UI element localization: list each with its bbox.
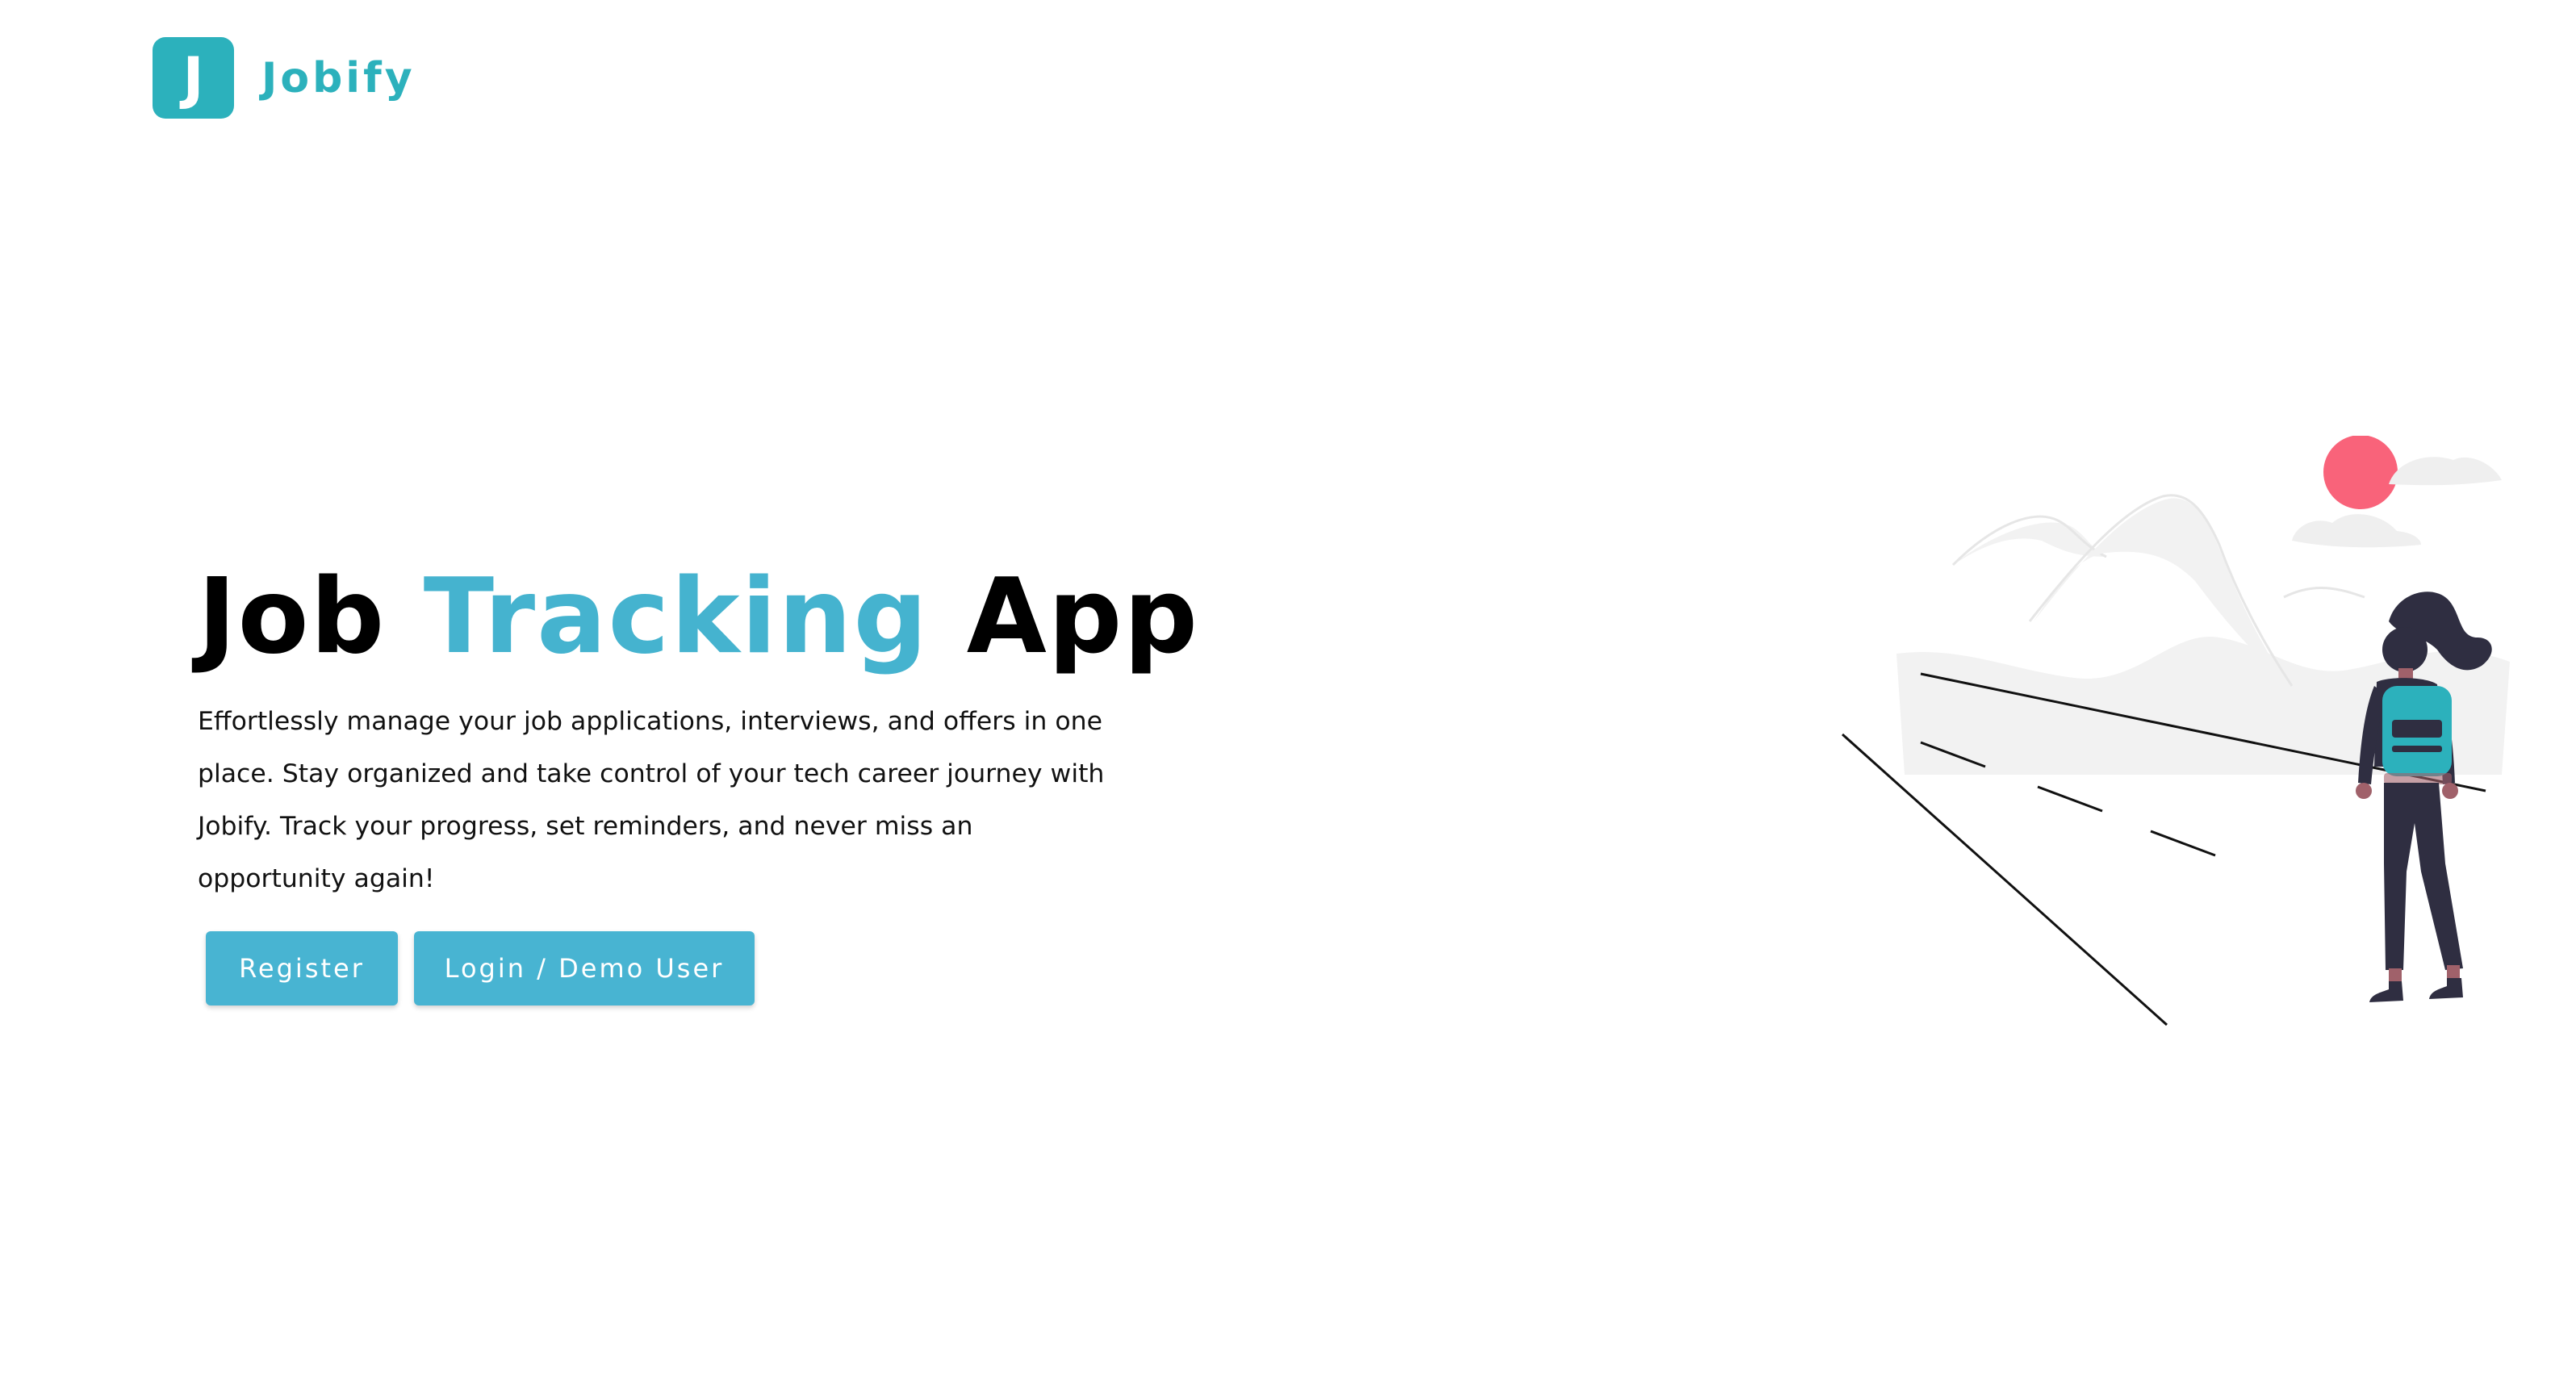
hiker-mountains-illustration bbox=[1841, 436, 2510, 1026]
hero-section: Job Tracking App Effortlessly manage you… bbox=[198, 557, 1198, 1005]
login-demo-button[interactable]: Login / Demo User bbox=[414, 930, 755, 1005]
title-part-1: Job bbox=[198, 557, 424, 677]
landing-page: J Jobify Job Tracking App Effortlessly m… bbox=[0, 0, 2576, 1388]
cloud-icon-2 bbox=[2292, 514, 2421, 548]
cloud-icon bbox=[2389, 457, 2502, 486]
register-button[interactable]: Register bbox=[206, 930, 398, 1005]
logo-badge: J bbox=[153, 37, 234, 119]
logo-letter: J bbox=[182, 44, 204, 111]
hero-description: Effortlessly manage your job application… bbox=[198, 707, 1105, 893]
hiker-figure bbox=[2356, 592, 2492, 1002]
logo[interactable]: J Jobify bbox=[153, 37, 416, 119]
page-title: Job Tracking App bbox=[198, 557, 1198, 678]
logo-text: Jobify bbox=[261, 53, 416, 102]
hero-buttons: Register Login / Demo User bbox=[206, 930, 1166, 1005]
title-accent: Tracking bbox=[423, 557, 930, 677]
title-part-2: App bbox=[929, 557, 1199, 677]
sun-icon bbox=[2323, 436, 2398, 509]
